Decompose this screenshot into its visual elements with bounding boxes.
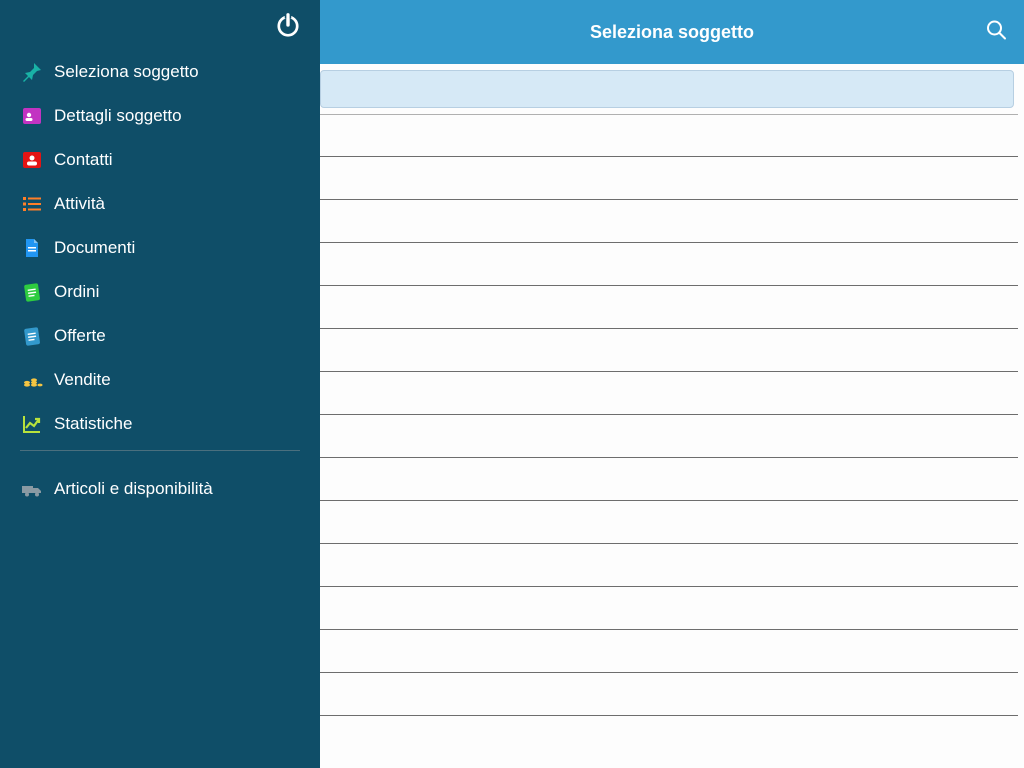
list-icon [10, 192, 54, 216]
header: Seleziona soggetto [320, 0, 1024, 64]
selected-row[interactable] [320, 70, 1014, 108]
sidebar-item-offerte[interactable]: Offerte [10, 314, 310, 358]
list-item[interactable] [320, 114, 1018, 157]
sidebar-item-label: Statistiche [54, 414, 132, 434]
sidebar-item-seleziona-soggetto[interactable]: Seleziona soggetto [10, 50, 310, 94]
sidebar-divider [20, 450, 300, 451]
sidebar-item-label: Articoli e disponibilità [54, 479, 213, 499]
sidebar-nav: Seleziona soggetto Dettagli soggetto Con… [0, 50, 320, 511]
list-item[interactable] [320, 630, 1018, 673]
search-button[interactable] [984, 18, 1008, 47]
list-item[interactable] [320, 587, 1018, 630]
list-item[interactable] [320, 286, 1018, 329]
sidebar-item-label: Offerte [54, 326, 106, 346]
chart-icon [10, 412, 54, 436]
sidebar-item-documenti[interactable]: Documenti [10, 226, 310, 270]
coins-icon [10, 368, 54, 392]
search-icon [984, 18, 1008, 42]
clipboard-icon [10, 280, 54, 304]
sidebar-item-ordini[interactable]: Ordini [10, 270, 310, 314]
power-icon [275, 12, 301, 38]
id-icon [10, 104, 54, 128]
content [320, 64, 1024, 768]
list-item[interactable] [320, 415, 1018, 458]
contacts-icon [10, 148, 54, 172]
sidebar-item-label: Ordini [54, 282, 99, 302]
list-item[interactable] [320, 329, 1018, 372]
truck-icon [10, 477, 54, 501]
sidebar-item-attivita[interactable]: Attività [10, 182, 310, 226]
list-item[interactable] [320, 458, 1018, 501]
clipboard-icon [10, 324, 54, 348]
sidebar-item-label: Contatti [54, 150, 113, 170]
pin-icon [10, 60, 54, 84]
sidebar-item-statistiche[interactable]: Statistiche [10, 402, 310, 446]
list-item[interactable] [320, 673, 1018, 716]
sidebar-item-contatti[interactable]: Contatti [10, 138, 310, 182]
main: Seleziona soggetto [320, 0, 1024, 768]
list-item[interactable] [320, 544, 1018, 587]
sidebar-item-articoli[interactable]: Articoli e disponibilità [10, 467, 310, 511]
sidebar-item-label: Seleziona soggetto [54, 62, 199, 82]
list-item[interactable] [320, 501, 1018, 544]
list-item[interactable] [320, 243, 1018, 286]
sidebar-item-dettagli-soggetto[interactable]: Dettagli soggetto [10, 94, 310, 138]
sidebar-top [0, 0, 320, 50]
sidebar: Seleziona soggetto Dettagli soggetto Con… [0, 0, 320, 768]
sidebar-item-label: Attività [54, 194, 105, 214]
list-item[interactable] [320, 372, 1018, 415]
list-item[interactable] [320, 200, 1018, 243]
sidebar-item-label: Vendite [54, 370, 111, 390]
list-item[interactable] [320, 157, 1018, 200]
document-icon [10, 236, 54, 260]
sidebar-item-label: Documenti [54, 238, 135, 258]
subject-list [320, 114, 1018, 716]
sidebar-item-vendite[interactable]: Vendite [10, 358, 310, 402]
power-button[interactable] [274, 11, 302, 39]
sidebar-item-label: Dettagli soggetto [54, 106, 182, 126]
page-title: Seleziona soggetto [590, 22, 754, 43]
